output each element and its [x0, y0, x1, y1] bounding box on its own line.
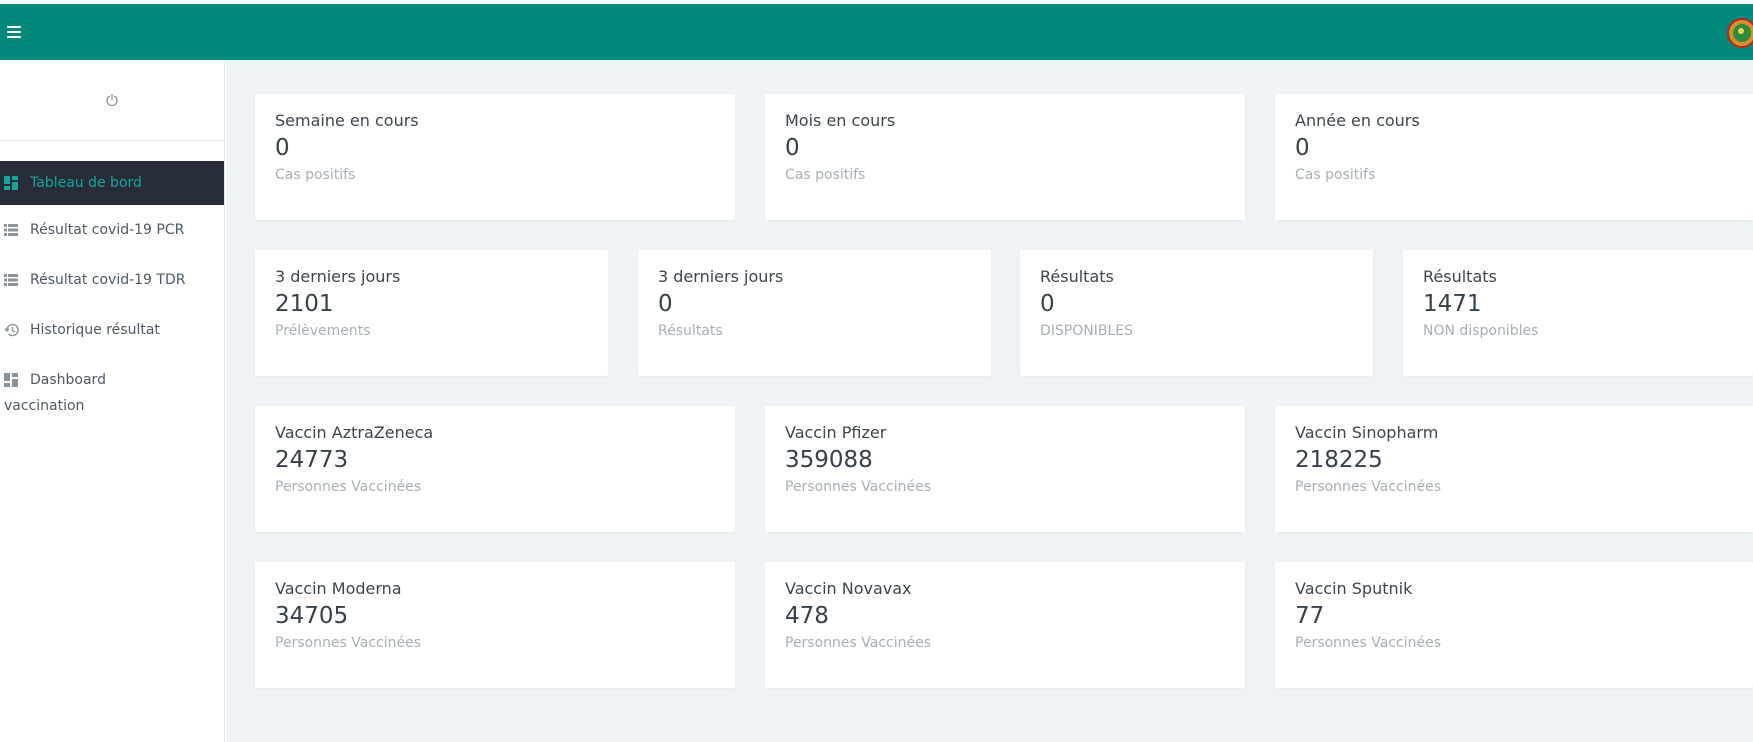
- card-title: Vaccin Moderna: [275, 579, 402, 598]
- card-value: 1471: [1423, 291, 1482, 317]
- sidebar-item-tableau-de-bord[interactable]: Tableau de bord: [0, 161, 224, 205]
- card-title: Vaccin Sinopharm: [1295, 423, 1439, 442]
- history-icon: [4, 317, 24, 343]
- card-subtitle: Personnes Vaccinées: [1295, 479, 1442, 495]
- stat-card-results-available[interactable]: Résultats 0 DISPONIBLES: [1020, 250, 1373, 376]
- card-title: 3 derniers jours: [275, 267, 401, 286]
- card-subtitle: DISPONIBLES: [1040, 323, 1133, 339]
- card-subtitle: Résultats: [658, 323, 723, 339]
- card-subtitle: Cas positifs: [275, 167, 356, 183]
- sidebar-item-resultat-pcr[interactable]: Résultat covid-19 PCR: [0, 205, 224, 255]
- card-title: Vaccin Sputnik: [1295, 579, 1413, 598]
- sidebar-item-label: Résultat covid-19 PCR: [30, 222, 185, 238]
- main-content: Semaine en cours 0 Cas positifs Mois en …: [226, 60, 1753, 742]
- sidebar-item-resultat-tdr[interactable]: Résultat covid-19 TDR: [0, 255, 224, 305]
- card-subtitle: Personnes Vaccinées: [275, 479, 422, 495]
- card-value: 218225: [1295, 447, 1383, 473]
- sidebar-item-label: Tableau de bord: [30, 175, 142, 191]
- stat-card-results-3-days[interactable]: 3 derniers jours 0 Résultats: [638, 250, 991, 376]
- sidebar-item-label-line2: vaccination: [4, 398, 85, 414]
- avatar[interactable]: [1727, 18, 1753, 48]
- card-value: 0: [785, 135, 800, 161]
- sidebar-item-label: Historique résultat: [30, 322, 160, 338]
- card-subtitle: NON disponibles: [1423, 323, 1539, 339]
- card-subtitle: Personnes Vaccinées: [785, 479, 932, 495]
- card-subtitle: Personnes Vaccinées: [275, 635, 422, 651]
- card-title: Semaine en cours: [275, 111, 419, 130]
- sidebar-header: [0, 60, 224, 141]
- stat-card-novavax[interactable]: Vaccin Novavax 478 Personnes Vaccinées: [765, 562, 1245, 688]
- card-title: Résultats: [1423, 267, 1497, 286]
- card-value: 0: [1040, 291, 1055, 317]
- card-title: Mois en cours: [785, 111, 896, 130]
- hamburger-menu-icon[interactable]: [7, 26, 21, 38]
- dashboard-icon: [4, 170, 24, 196]
- card-title: 3 derniers jours: [658, 267, 784, 286]
- stat-card-samples-3-days[interactable]: 3 derniers jours 2101 Prélèvements: [255, 250, 608, 376]
- sidebar-item-label: Résultat covid-19 TDR: [30, 272, 186, 288]
- card-subtitle: Prélèvements: [275, 323, 371, 339]
- card-value: 24773: [275, 447, 349, 473]
- stat-card-moderna[interactable]: Vaccin Moderna 34705 Personnes Vaccinées: [255, 562, 735, 688]
- card-title: Résultats: [1040, 267, 1114, 286]
- card-value: 2101: [275, 291, 334, 317]
- stat-card-results-unavailable[interactable]: Résultats 1471 NON disponibles: [1403, 250, 1753, 376]
- card-value: 34705: [275, 603, 349, 629]
- card-value: 478: [785, 603, 829, 629]
- card-value: 359088: [785, 447, 873, 473]
- top-bar: [0, 4, 1753, 60]
- card-title: Vaccin AztraZeneca: [275, 423, 434, 442]
- stat-card-pfizer[interactable]: Vaccin Pfizer 359088 Personnes Vaccinées: [765, 406, 1245, 532]
- card-value: 0: [275, 135, 290, 161]
- sidebar-item-historique[interactable]: Historique résultat: [0, 305, 224, 355]
- card-title: Vaccin Pfizer: [785, 423, 887, 442]
- card-title: Année en cours: [1295, 111, 1420, 130]
- sidebar-item-label: Dashboard: [30, 372, 106, 388]
- list-icon: [4, 267, 24, 293]
- sidebar-item-dashboard-vaccination[interactable]: Dashboard vaccination: [0, 355, 224, 431]
- sidebar: Tableau de bord Résultat covid-19 PCR Ré…: [0, 60, 225, 742]
- sidebar-nav: Tableau de bord Résultat covid-19 PCR Ré…: [0, 141, 224, 431]
- card-subtitle: Personnes Vaccinées: [1295, 635, 1442, 651]
- card-value: 77: [1295, 603, 1325, 629]
- card-value: 0: [658, 291, 673, 317]
- stat-card-month[interactable]: Mois en cours 0 Cas positifs: [765, 94, 1245, 220]
- stat-card-sinopharm[interactable]: Vaccin Sinopharm 218225 Personnes Vaccin…: [1275, 406, 1753, 532]
- list-icon: [4, 217, 24, 243]
- power-icon[interactable]: [105, 93, 119, 107]
- card-subtitle: Personnes Vaccinées: [785, 635, 932, 651]
- card-subtitle: Cas positifs: [1295, 167, 1376, 183]
- stat-card-astrazeneca[interactable]: Vaccin AztraZeneca 24773 Personnes Vacci…: [255, 406, 735, 532]
- stat-card-year[interactable]: Année en cours 0 Cas positifs: [1275, 94, 1753, 220]
- card-value: 0: [1295, 135, 1310, 161]
- stat-card-sputnik[interactable]: Vaccin Sputnik 77 Personnes Vaccinées: [1275, 562, 1753, 688]
- card-title: Vaccin Novavax: [785, 579, 912, 598]
- card-subtitle: Cas positifs: [785, 167, 866, 183]
- stat-card-week[interactable]: Semaine en cours 0 Cas positifs: [255, 94, 735, 220]
- dashboard-icon: [4, 367, 24, 393]
